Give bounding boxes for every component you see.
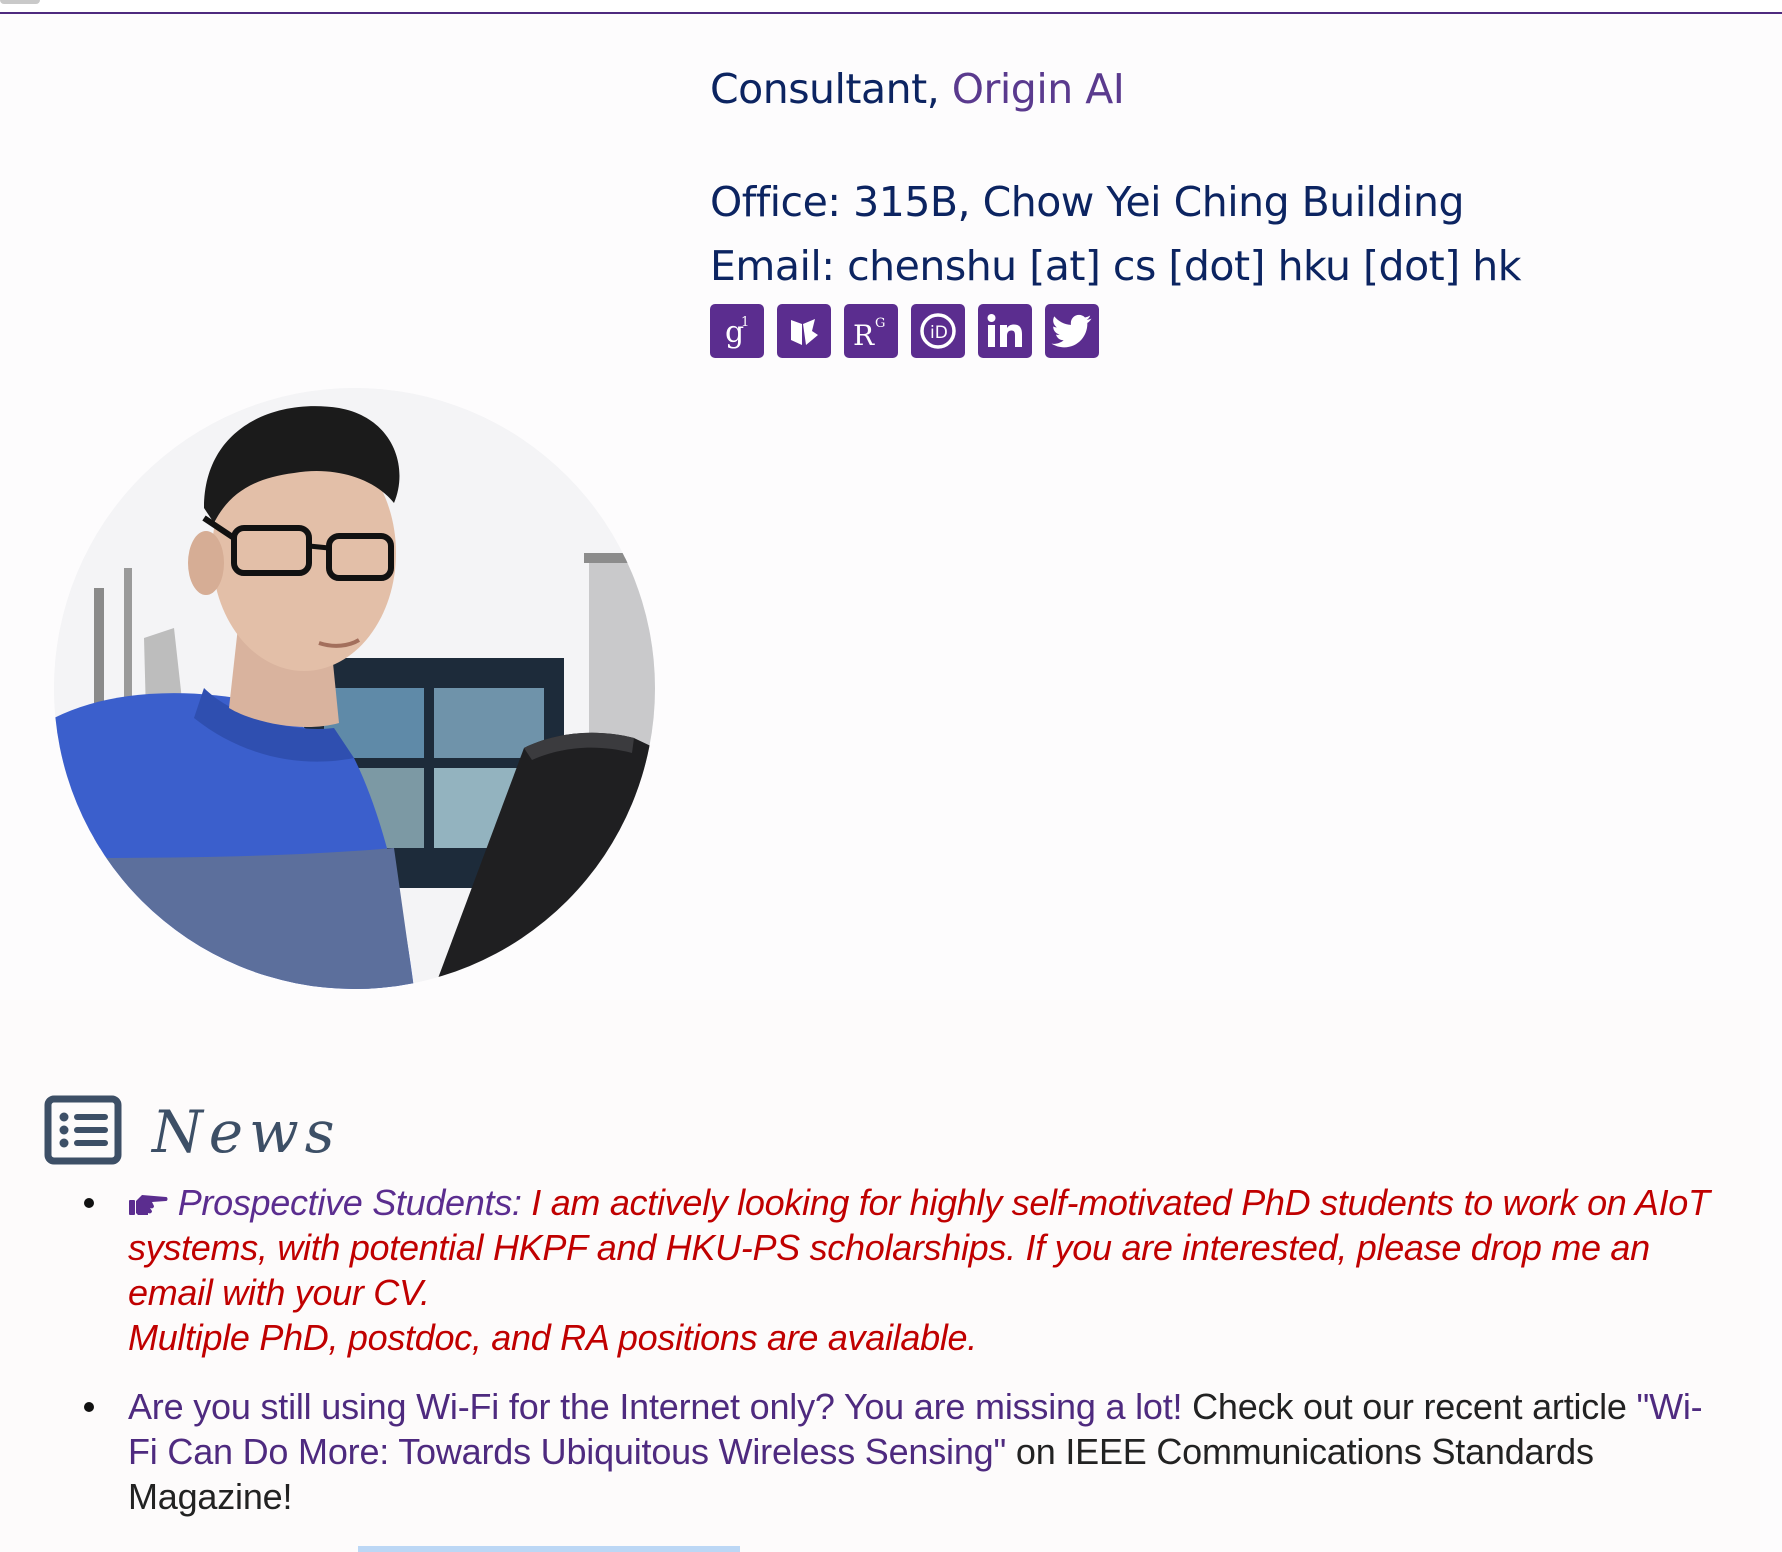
news-title: News xyxy=(152,1098,341,1167)
wifi-text-intro: Check out our recent article xyxy=(1182,1386,1637,1427)
researchgate-icon[interactable]: R G xyxy=(844,304,898,358)
news-list-icon xyxy=(44,1095,122,1170)
embedded-media-edge xyxy=(358,1546,740,1552)
news-list: Prospective Students: I am actively look… xyxy=(84,1180,1724,1543)
top-navigation-bar xyxy=(0,0,1782,14)
social-links: g 1 R G iD xyxy=(710,304,1521,358)
news-section: News Prospective Students: I am actively… xyxy=(0,1000,1760,1552)
linkedin-icon[interactable] xyxy=(978,304,1032,358)
pointing-hand-icon xyxy=(128,1182,178,1223)
dblp-icon[interactable] xyxy=(777,304,831,358)
email-address: Email: chenshu [at] cs [dot] hku [dot] h… xyxy=(710,242,1522,290)
wifi-question-link[interactable]: Are you still using Wi-Fi for the Intern… xyxy=(128,1386,1183,1427)
office-address: Office: 315B, Chow Yei Ching Building xyxy=(710,178,1464,226)
positions-available-text: Multiple PhD, postdoc, and RA positions … xyxy=(128,1317,977,1358)
profile-info: Consultant, Origin AI Office: 315B, Chow… xyxy=(710,58,1522,358)
twitter-icon[interactable] xyxy=(1045,304,1099,358)
svg-text:R: R xyxy=(853,319,875,351)
svg-text:iD: iD xyxy=(930,323,948,343)
nav-edge-decoration xyxy=(0,0,40,4)
profile-photo xyxy=(54,388,655,989)
svg-text:G: G xyxy=(875,316,885,331)
news-item-wifi-article: Are you still using Wi-Fi for the Intern… xyxy=(84,1384,1724,1519)
prospective-students-label: Prospective Students: xyxy=(177,1182,522,1223)
organization-link[interactable]: Origin AI xyxy=(952,65,1125,113)
google-scholar-icon[interactable]: g 1 xyxy=(710,304,764,358)
role-text: Consultant, xyxy=(710,65,940,113)
role-line: Consultant, Origin AI xyxy=(710,58,1521,120)
orcid-icon[interactable]: iD xyxy=(911,304,965,358)
svg-text:1: 1 xyxy=(741,315,749,330)
news-item-prospective-students: Prospective Students: I am actively look… xyxy=(84,1180,1724,1360)
